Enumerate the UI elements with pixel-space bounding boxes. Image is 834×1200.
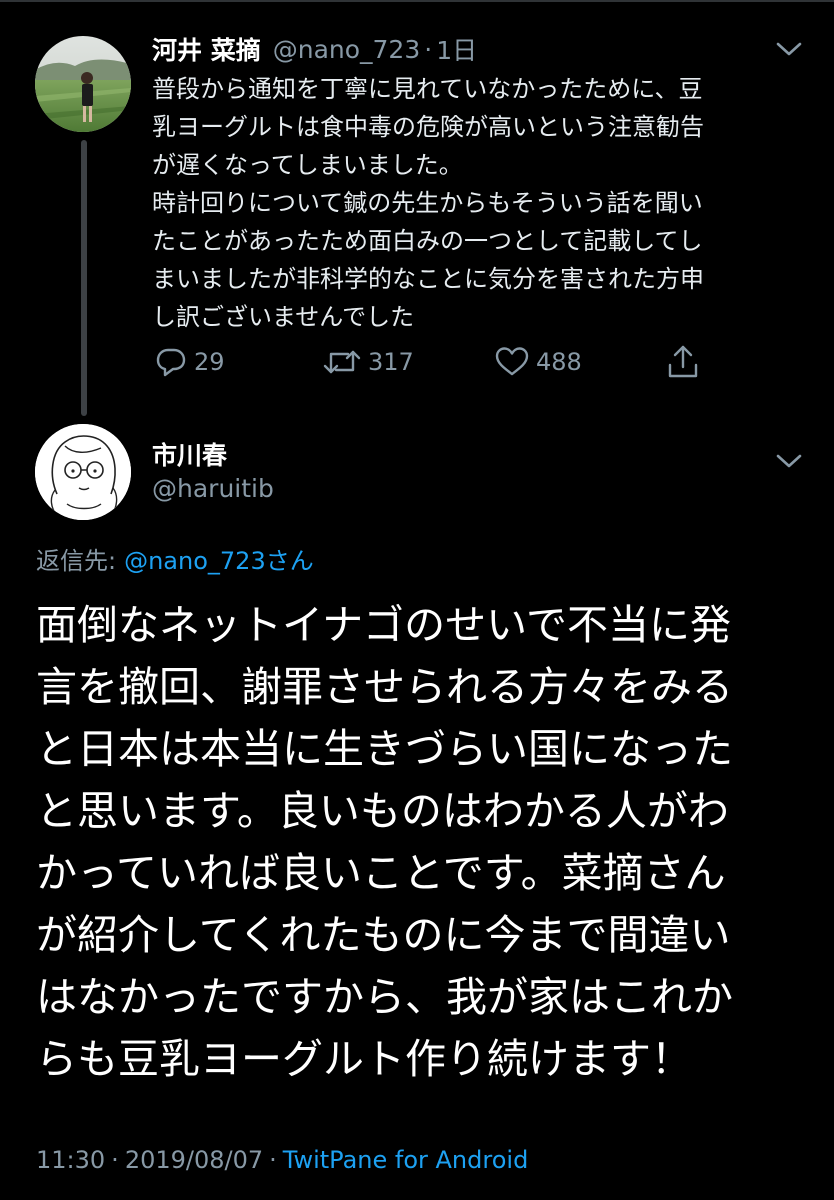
tweet-text-line: 言を撤回、謝罪させられる方々をみる xyxy=(36,663,733,711)
tweet-text-line: 普段から通知を丁寧に見れていなかったために、豆 xyxy=(152,75,703,103)
like-button[interactable]: 488 xyxy=(494,342,582,382)
retweet-button[interactable]: 317 xyxy=(322,342,414,382)
tweet-text-line: し訳ございませんでした xyxy=(152,303,415,331)
reply-to-user-link[interactable]: @nano_723さん xyxy=(124,547,314,575)
tweet-text-line: たことがあったため面白みの一つとして記載してし xyxy=(152,227,703,255)
tweet-timestamp[interactable]: 1日 xyxy=(436,31,477,67)
chevron-down-icon[interactable] xyxy=(775,452,803,470)
tweet-text-line: まいましたが非科学的なことに気分を害された方申 xyxy=(152,265,704,293)
reply-context: 返信先: @nano_723さん xyxy=(36,541,314,576)
avatar[interactable] xyxy=(35,36,131,132)
tweet-text-line: かっていれば良いことです。菜摘さん xyxy=(36,849,726,897)
like-count: 488 xyxy=(536,348,582,376)
tweet-time: 11:30 xyxy=(36,1146,106,1174)
retweet-icon xyxy=(323,350,361,374)
tweet-text-line: と思います。良いものはわかる人がわ xyxy=(36,787,729,835)
tweet-text-line: 時計回りについて鍼の先生からもそういう話を聞い xyxy=(152,189,703,217)
reply-count: 29 xyxy=(194,348,225,376)
author-name[interactable]: 河井 菜摘 xyxy=(152,31,261,67)
illustrated-avatar-icon xyxy=(35,424,131,520)
header-separator: · xyxy=(424,34,433,64)
tweet-header: 河井 菜摘 @nano_723 · 1日 xyxy=(152,30,477,68)
client-source-link[interactable]: TwitPane for Android xyxy=(283,1146,529,1174)
tweet-text-line: 面倒なネットイナゴのせいで不当に発 xyxy=(36,601,731,649)
tweet-text-line: と日本は本当に生きづらい国になった xyxy=(36,725,733,773)
chevron-down-icon[interactable] xyxy=(775,40,803,58)
share-button[interactable] xyxy=(666,342,700,382)
tweet-text: 普段から通知を丁寧に見れていなかったために、豆 乳ヨーグルトは食中毒の危険が高い… xyxy=(152,70,812,336)
profile-photo-icon xyxy=(35,36,131,132)
share-icon xyxy=(668,345,698,378)
tweet-text-line: が紹介してくれたものに今まで間違い xyxy=(36,911,731,959)
metadata-separator: · xyxy=(269,1146,277,1174)
author-handle[interactable]: @nano_723 xyxy=(273,35,421,64)
metadata-separator: · xyxy=(111,1146,119,1174)
reply-to-label: 返信先: xyxy=(36,547,117,575)
tweet-actions: 29 317 488 xyxy=(152,342,712,382)
tweet-text-line: 乳ヨーグルトは食中毒の危険が高いという注意勧告 xyxy=(152,113,704,141)
reply-icon xyxy=(156,348,186,377)
heart-icon xyxy=(495,347,529,376)
top-divider xyxy=(0,0,834,2)
reply-button[interactable]: 29 xyxy=(154,342,225,382)
tweet-text-line: らも豆乳ヨーグルト作り続けます！ xyxy=(36,1035,692,1083)
author-handle[interactable]: @haruitib xyxy=(152,474,274,503)
avatar[interactable] xyxy=(35,424,131,520)
tweet-text: 面倒なネットイナゴのせいで不当に発 言を撤回、謝罪させられる方々をみる と日本は… xyxy=(36,594,816,1090)
tweet-date: 2019/08/07 xyxy=(124,1146,264,1174)
thread-connector xyxy=(81,140,87,416)
retweet-count: 317 xyxy=(368,348,414,376)
tweet-metadata: 11:30 · 2019/08/07 · TwitPane for Android xyxy=(36,1146,528,1174)
tweet-text-line: はなかったですから、我が家はこれか xyxy=(36,973,733,1021)
author-name[interactable]: 市川春 xyxy=(152,436,227,472)
tweet-text-line: が遅くなってしまいました。 xyxy=(152,151,463,179)
